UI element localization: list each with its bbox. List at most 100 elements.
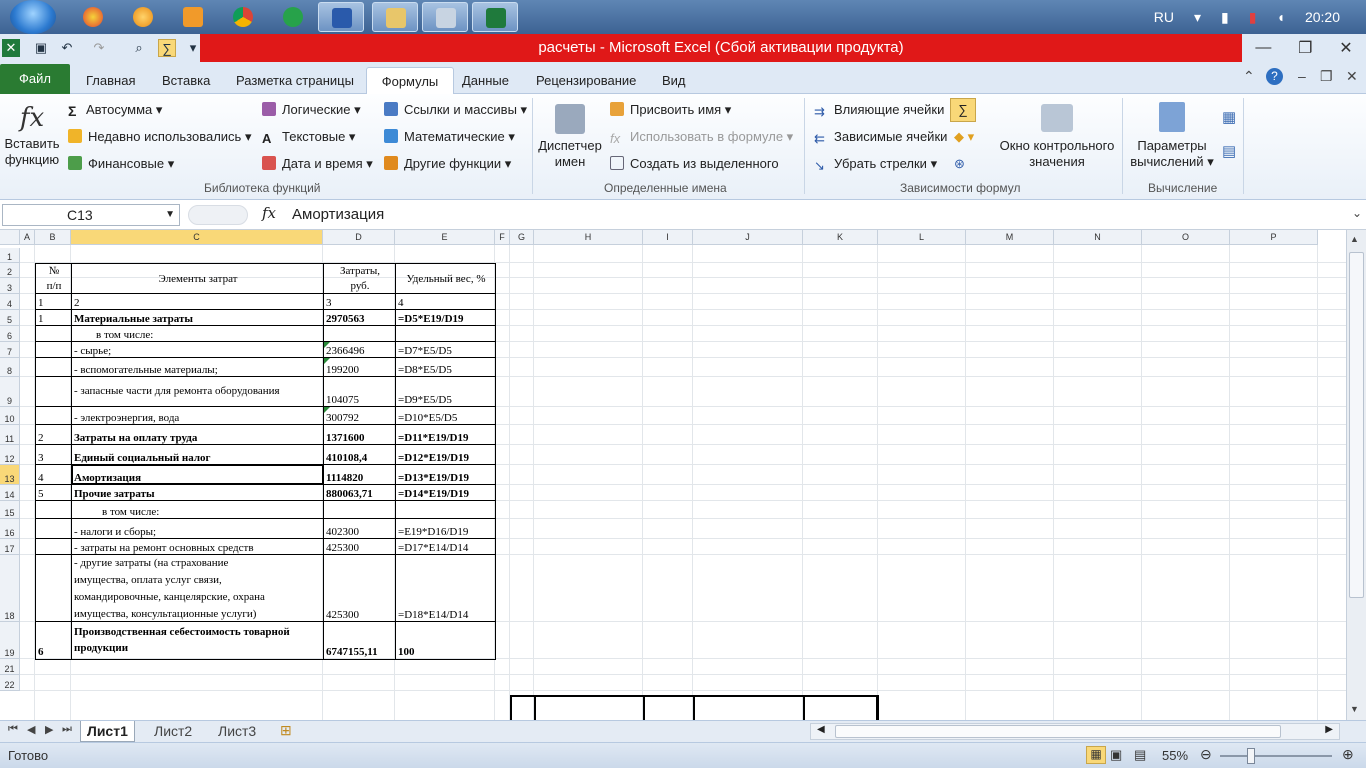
- cell-text[interactable]: 2970563: [326, 313, 394, 326]
- name-box[interactable]: C13 ▼: [2, 204, 180, 226]
- sheet-tab-3[interactable]: Лист3: [212, 721, 262, 742]
- last-sheet-icon[interactable]: ⏭: [62, 723, 72, 736]
- row-header[interactable]: 5: [0, 310, 20, 326]
- name-manager-button[interactable]: Диспетчер имен: [536, 100, 604, 170]
- calc-sheet-icon[interactable]: ▤: [1222, 144, 1236, 160]
- autosum-button[interactable]: Σ Автосумма ▾: [68, 102, 162, 119]
- cell-text[interactable]: 1114820: [326, 472, 394, 485]
- taskbar-app-excel[interactable]: [472, 2, 518, 32]
- row-header[interactable]: 3: [0, 278, 20, 294]
- ribbon-minimize-icon[interactable]: ⌃: [1243, 68, 1255, 85]
- other-functions-button[interactable]: Другие функции ▾: [384, 156, 511, 172]
- cell-text[interactable]: 2: [74, 297, 322, 310]
- cell-text[interactable]: - вспомогательные материалы;: [74, 364, 322, 377]
- cell-text[interactable]: - другие затраты (на страхование: [74, 557, 322, 570]
- column-header[interactable]: K: [803, 230, 878, 245]
- excel-app-icon[interactable]: ✕: [2, 39, 20, 57]
- cell-text[interactable]: 1: [38, 297, 70, 310]
- watch-window-button[interactable]: Окно контрольного значения: [996, 100, 1118, 170]
- cell-text[interactable]: №: [38, 265, 70, 278]
- cell-text[interactable]: 425300: [326, 609, 394, 622]
- cell-text[interactable]: - электроэнергия, вода: [74, 412, 322, 425]
- doc-close-icon[interactable]: ✕: [1346, 68, 1358, 85]
- column-header[interactable]: C: [71, 230, 323, 245]
- remove-arrows-button[interactable]: ↘ Убрать стрелки ▾: [814, 156, 937, 173]
- text-functions-button[interactable]: A Текстовые ▾: [262, 129, 355, 146]
- cell-text[interactable]: =D17*E14/D14: [398, 542, 494, 555]
- column-header[interactable]: I: [643, 230, 693, 245]
- column-header[interactable]: O: [1142, 230, 1230, 245]
- trace-precedents-button[interactable]: ⇉ Влияющие ячейки: [814, 102, 944, 119]
- insert-function-fx-icon[interactable]: fx: [262, 204, 276, 222]
- select-all-corner[interactable]: [0, 230, 20, 245]
- undo-icon[interactable]: ↶: [58, 39, 76, 57]
- language-indicator[interactable]: RU: [1154, 9, 1174, 25]
- tab-home[interactable]: Главная: [78, 67, 143, 94]
- scroll-up-icon[interactable]: ▲: [1350, 234, 1359, 244]
- cell-text[interactable]: 4: [38, 472, 70, 485]
- print-preview-icon[interactable]: ⌕: [130, 39, 148, 57]
- cell-text[interactable]: =D12*E19/D19: [398, 452, 494, 465]
- cell-text[interactable]: - сырье;: [74, 345, 322, 358]
- column-header[interactable]: G: [510, 230, 534, 245]
- row-header[interactable]: 18: [0, 555, 20, 622]
- formula-audit-icon[interactable]: ∑: [158, 39, 176, 57]
- tab-view[interactable]: Вид: [654, 67, 694, 94]
- column-header[interactable]: L: [878, 230, 966, 245]
- prev-sheet-icon[interactable]: ◀: [27, 723, 35, 736]
- column-header[interactable]: J: [693, 230, 803, 245]
- sheet-tab-1[interactable]: Лист1: [80, 721, 135, 742]
- column-header[interactable]: F: [495, 230, 510, 245]
- taskbar-app-chrome[interactable]: [220, 2, 266, 32]
- cell-text[interactable]: 402300: [326, 526, 394, 539]
- scroll-left-icon[interactable]: ◀: [817, 724, 825, 735]
- row-header[interactable]: 17: [0, 539, 20, 555]
- scroll-down-icon[interactable]: ▼: [1350, 704, 1359, 714]
- cell-text[interactable]: 1371600: [326, 432, 394, 445]
- zoom-slider[interactable]: [1220, 755, 1332, 757]
- taskbar-app-calc[interactable]: [422, 2, 468, 32]
- show-formulas-button[interactable]: ∑: [950, 98, 976, 122]
- cell-text[interactable]: 1: [38, 313, 70, 326]
- row-header[interactable]: 15: [0, 501, 20, 519]
- cell-text[interactable]: Материальные затраты: [74, 313, 322, 326]
- cell-text[interactable]: в том числе:: [74, 329, 322, 342]
- cell-text[interactable]: Затраты на оплату труда: [74, 432, 322, 445]
- expand-formula-bar-icon[interactable]: ⌄: [1352, 206, 1362, 220]
- row-header[interactable]: 9: [0, 377, 20, 407]
- tab-insert[interactable]: Вставка: [154, 67, 218, 94]
- tab-formulas[interactable]: Формулы: [366, 67, 454, 94]
- cell-text[interactable]: Прочие затраты: [74, 488, 322, 501]
- column-header[interactable]: A: [20, 230, 35, 245]
- minimize-button[interactable]: —: [1255, 39, 1271, 57]
- cell-text[interactable]: 6: [38, 646, 70, 659]
- formula-input[interactable]: Амортизация: [284, 204, 1346, 226]
- tab-file[interactable]: Файл: [0, 64, 70, 94]
- first-sheet-icon[interactable]: ⏮: [8, 723, 18, 736]
- tab-review[interactable]: Рецензирование: [528, 67, 644, 94]
- column-header[interactable]: P: [1230, 230, 1318, 245]
- tab-data[interactable]: Данные: [454, 67, 517, 94]
- doc-restore-icon[interactable]: ❐: [1320, 68, 1333, 85]
- row-header[interactable]: 11: [0, 425, 20, 445]
- row-header[interactable]: 8: [0, 358, 20, 377]
- tab-page-layout[interactable]: Разметка страницы: [228, 67, 362, 94]
- worksheet-grid[interactable]: A B C D E F G H I J K L M N O P 1 2 3 4 5 6 7 8 9 10 11 12 13 14 15 16 1…: [0, 230, 1346, 720]
- horizontal-scrollbar[interactable]: ◀ ▶: [810, 723, 1340, 740]
- assign-name-button[interactable]: Присвоить имя ▾: [610, 102, 731, 118]
- cell-text[interactable]: имущества, оплата услуг связи,: [74, 574, 322, 587]
- zoom-in-icon[interactable]: ⊕: [1342, 746, 1354, 763]
- row-header[interactable]: 14: [0, 485, 20, 501]
- start-button[interactable]: [10, 0, 56, 34]
- cell-text[interactable]: =E19*D16/D19: [398, 526, 494, 539]
- column-header[interactable]: D: [323, 230, 395, 245]
- column-header[interactable]: B: [35, 230, 71, 245]
- cell-text[interactable]: =D11*E19/D19: [398, 432, 494, 445]
- trace-dependents-button[interactable]: ⇇ Зависимые ячейки: [814, 129, 947, 146]
- formula-bar-expander[interactable]: [188, 205, 248, 225]
- taskbar-app[interactable]: [120, 2, 166, 32]
- recent-functions-button[interactable]: Недавно использовались ▾: [68, 129, 251, 145]
- cell-text[interactable]: 425300: [326, 542, 394, 555]
- scroll-right-icon[interactable]: ▶: [1325, 724, 1333, 735]
- evaluate-formula-button[interactable]: ⊛: [954, 156, 965, 172]
